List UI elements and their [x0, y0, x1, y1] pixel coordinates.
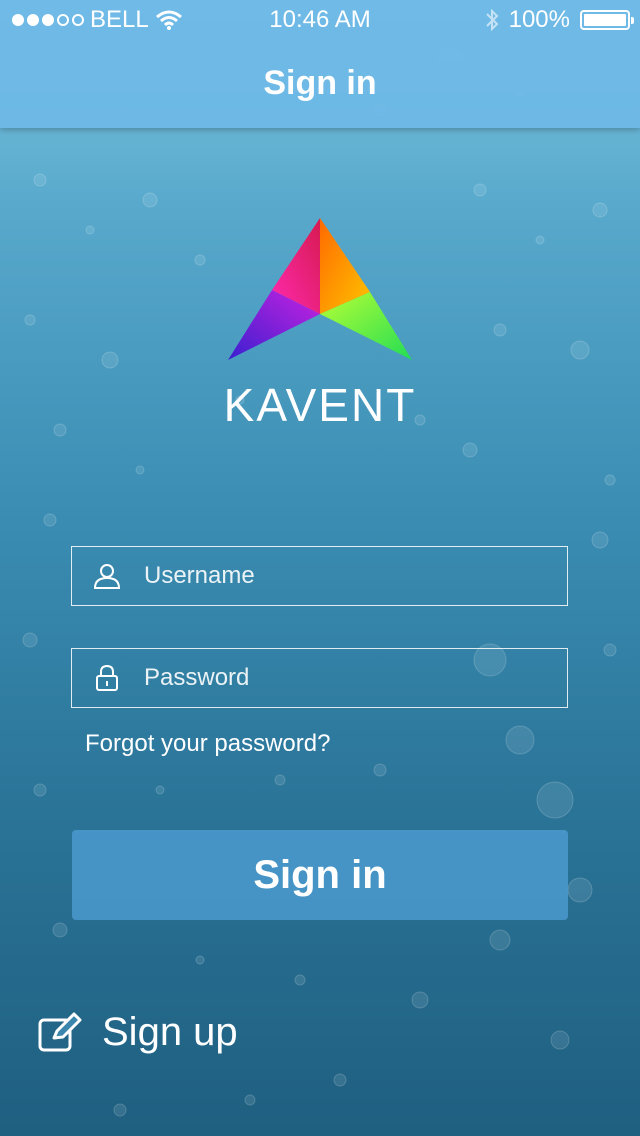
signal-strength-icon — [12, 14, 84, 26]
password-field[interactable] — [71, 648, 568, 708]
kavent-logo-icon — [228, 218, 412, 360]
battery-tip — [631, 17, 634, 24]
signal-dot — [72, 14, 84, 26]
sign-up-label: Sign up — [102, 1009, 238, 1054]
edit-icon — [38, 1012, 82, 1052]
signal-dot — [57, 14, 69, 26]
signal-dot — [12, 14, 24, 26]
sign-in-button[interactable]: Sign in — [72, 830, 568, 920]
carrier-name: BELL — [90, 6, 149, 33]
page-title: Sign in — [263, 64, 377, 102]
status-left: BELL — [0, 6, 183, 34]
wifi-icon — [155, 10, 182, 30]
lock-icon — [72, 648, 142, 708]
forgot-password-link[interactable]: Forgot your password? — [85, 730, 330, 758]
password-input[interactable] — [142, 663, 546, 693]
brand-name: KAVENT — [223, 379, 417, 431]
bluetooth-icon — [485, 8, 499, 32]
sign-up-link[interactable]: Sign up — [38, 1002, 238, 1062]
battery-fill — [584, 14, 626, 26]
user-icon — [72, 546, 142, 606]
battery-icon — [580, 10, 634, 30]
status-right: 100% — [485, 6, 640, 34]
username-field[interactable] — [71, 546, 568, 606]
username-input[interactable] — [142, 561, 546, 591]
signal-dot — [42, 14, 54, 26]
signal-dot — [27, 14, 39, 26]
battery-percent: 100% — [508, 6, 570, 33]
status-bar: BELL 10:46 AM 100% — [0, 0, 640, 40]
